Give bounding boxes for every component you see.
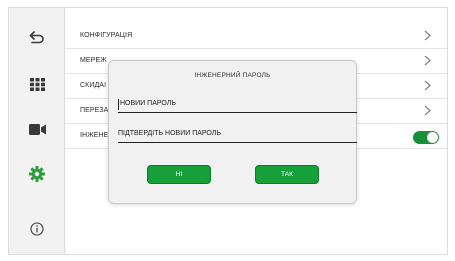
engineering-mode-toggle[interactable] (413, 131, 439, 144)
dialog-title: ІНЖЕНЕРНИЙ ПАРОЛЬ (194, 72, 271, 79)
settings-row-configuration[interactable]: КОНФІГУРАЦІЯ (66, 24, 447, 49)
sidebar-item-info[interactable] (9, 209, 65, 249)
engineering-password-dialog: ІНЖЕНЕРНИЙ ПАРОЛЬ НІ ТАК (108, 60, 357, 204)
sidebar-item-apps[interactable] (9, 64, 65, 104)
sidebar-item-camera[interactable] (9, 109, 65, 149)
chevron-right-icon (424, 105, 431, 116)
settings-row-label: ІНЖЕНЕІ (80, 132, 111, 139)
grid-icon (29, 77, 45, 91)
new-password-input[interactable] (118, 100, 354, 107)
sidebar-item-back[interactable] (9, 18, 65, 58)
confirm-password-field[interactable] (118, 129, 357, 143)
settings-row-label: ПЕРЕЗА (80, 107, 109, 114)
sidebar-item-settings[interactable] (9, 154, 65, 194)
gear-icon (29, 166, 45, 182)
camera-icon (28, 123, 46, 135)
chevron-right-icon (424, 80, 431, 91)
back-icon (29, 31, 44, 44)
ok-button[interactable]: ТАК (255, 165, 319, 184)
settings-row-label: СКИДАІ (80, 82, 107, 89)
cancel-button[interactable]: НІ (147, 165, 211, 184)
toggle-knob (427, 132, 438, 143)
confirm-password-input[interactable] (118, 130, 354, 137)
settings-row-label: МЕРЕЖ (80, 57, 107, 64)
sidebar (9, 8, 65, 254)
new-password-field[interactable] (118, 99, 357, 113)
chevron-right-icon (424, 55, 431, 66)
settings-row-label: КОНФІГУРАЦІЯ (80, 32, 133, 39)
info-icon (30, 222, 44, 236)
chevron-right-icon (424, 30, 431, 41)
